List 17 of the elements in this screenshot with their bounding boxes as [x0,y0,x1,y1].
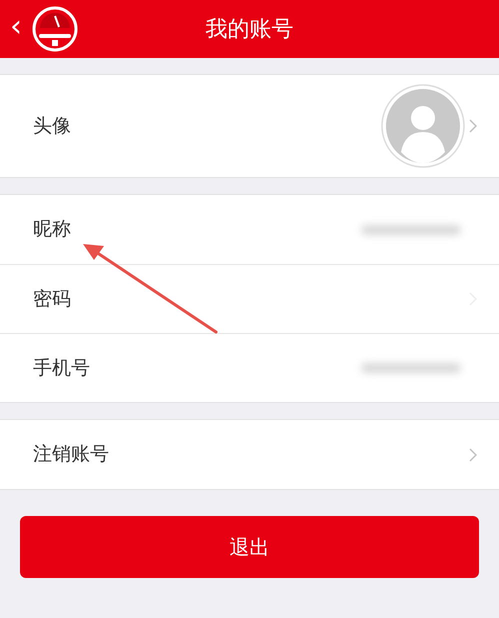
row-label: 注销账号 [33,442,109,468]
page-title: 我的账号 [206,16,294,44]
row-label: 头像 [33,114,71,139]
chevron-icon [469,119,477,133]
gauge-logo-icon [32,6,78,52]
settings-row[interactable]: 昵称 [0,195,499,264]
settings-row[interactable]: 注销账号 [0,420,499,489]
avatar-icon [381,84,465,168]
logout-button[interactable]: 退出 [20,516,479,578]
back-button[interactable]: ‹ [8,12,24,42]
settings-row[interactable]: 手机号 [0,333,499,402]
row-label: 密码 [33,286,71,312]
settings-row[interactable]: 密码 [0,264,499,333]
settings-row[interactable]: 头像 [0,75,499,177]
row-label: 手机号 [33,356,90,381]
row-label: 昵称 [33,217,71,242]
chevron-icon [469,448,477,462]
